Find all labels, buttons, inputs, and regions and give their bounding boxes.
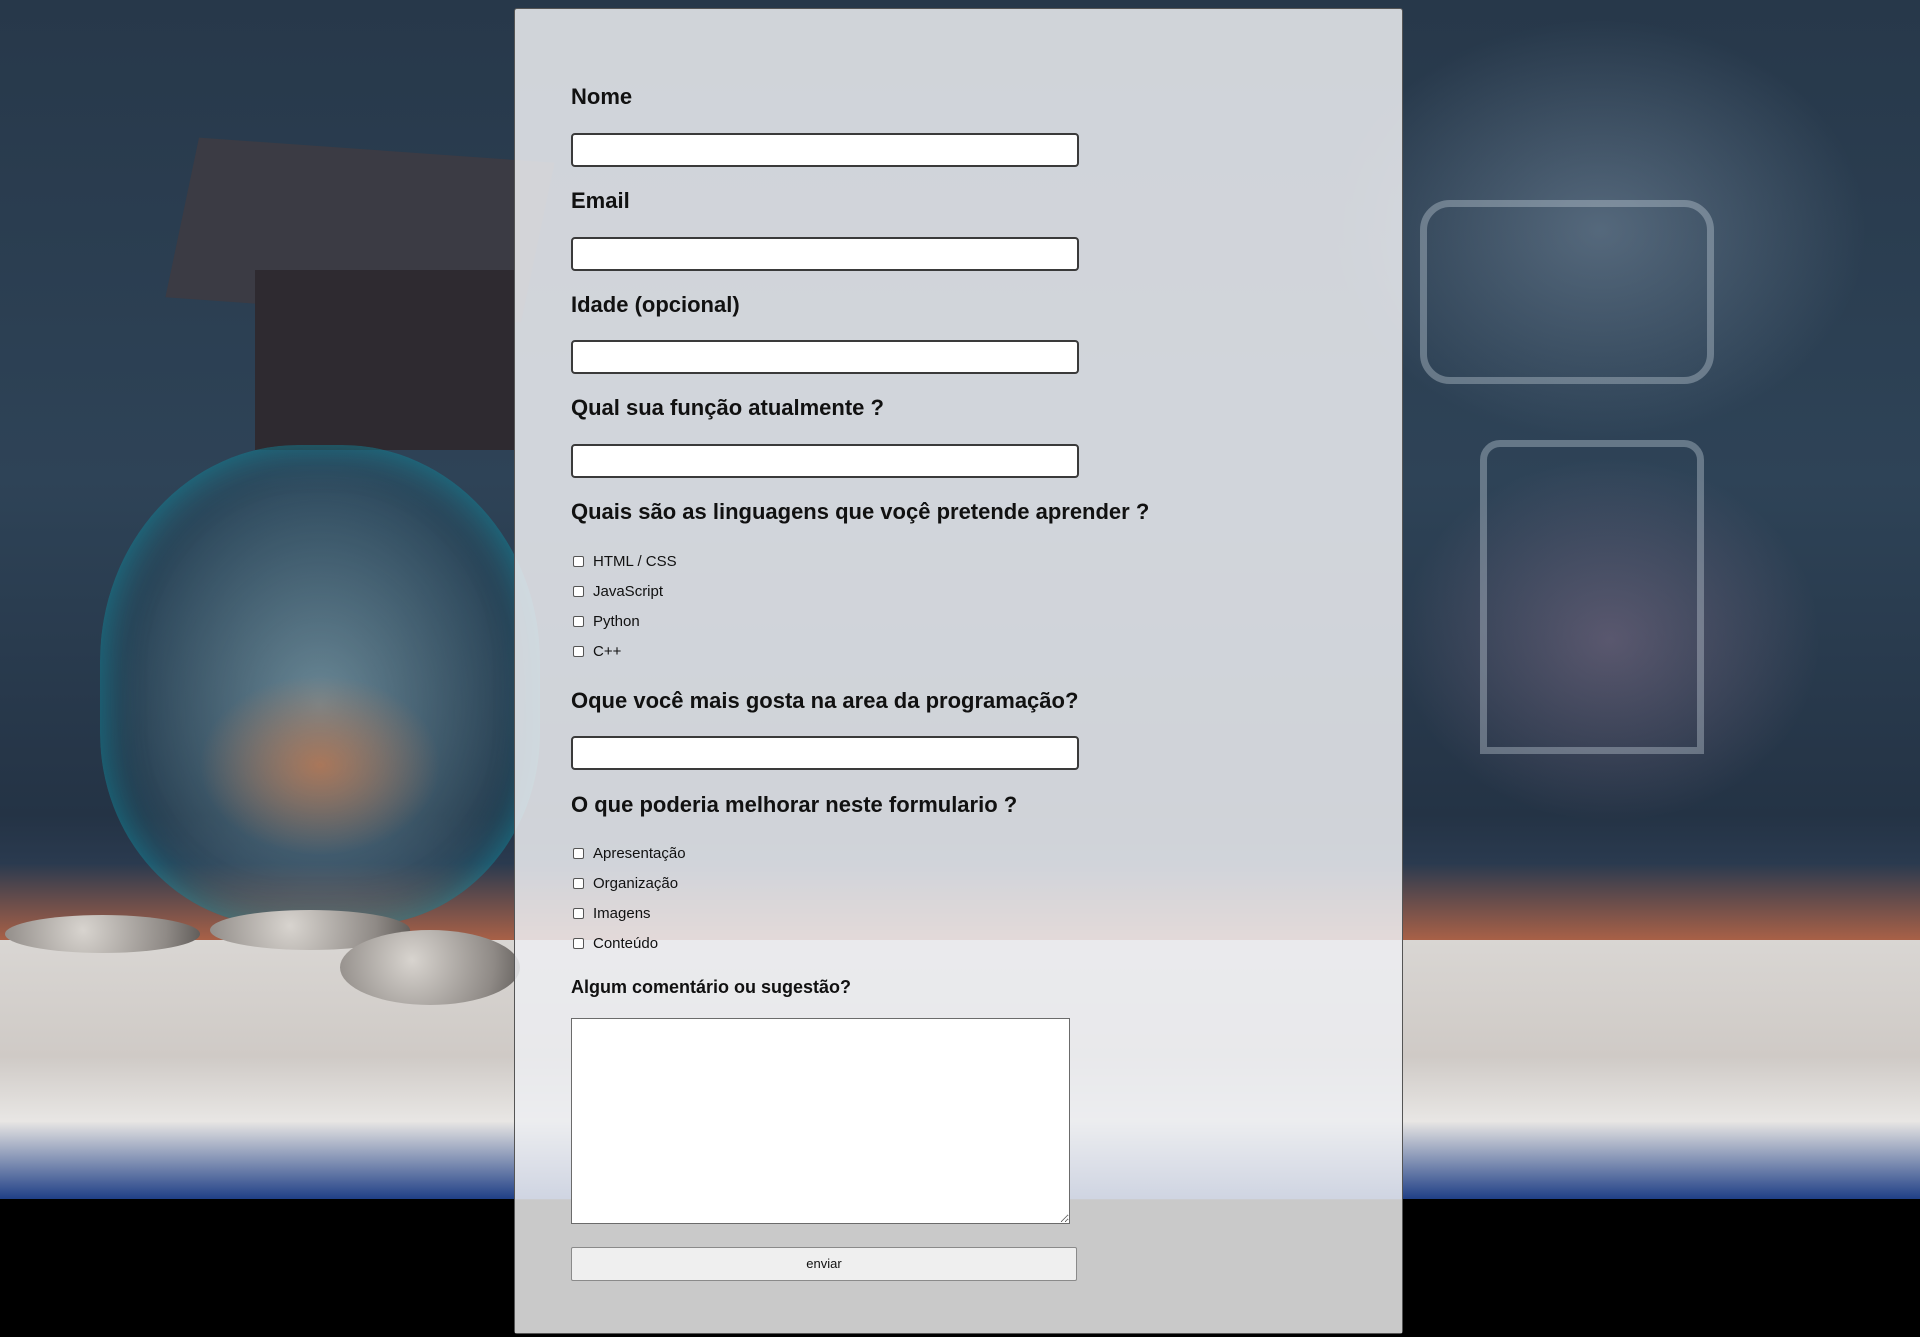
checkbox[interactable]	[573, 848, 584, 859]
checkbox[interactable]	[573, 616, 584, 627]
checkbox[interactable]	[573, 878, 584, 889]
graduation-cap-base	[255, 270, 515, 450]
comentario-label: Algum comentário ou sugestão?	[571, 977, 852, 997]
checkbox-label: Conteúdo	[593, 935, 659, 952]
survey-form: Nome Email Idade (opcional) Qual sua fun…	[514, 8, 1403, 1334]
checkbox-imagens[interactable]: Imagens	[573, 905, 651, 922]
checkbox-label: Apresentação	[593, 845, 686, 862]
email-label: Email	[571, 188, 630, 213]
melhorar-label: O que poderia melhorar neste formulario …	[571, 792, 1018, 817]
checkbox-cpp[interactable]: C++	[573, 643, 621, 660]
checkbox[interactable]	[573, 556, 584, 567]
checkbox[interactable]	[573, 908, 584, 919]
checkbox-organizacao[interactable]: Organização	[573, 875, 678, 892]
submit-button[interactable]: enviar	[571, 1247, 1077, 1281]
checkbox-label: HTML / CSS	[593, 553, 677, 570]
checkbox-label: Organização	[593, 875, 679, 892]
linguagens-label: Quais são as linguagens que voçê pretend…	[571, 499, 1150, 524]
email-input[interactable]	[571, 237, 1079, 271]
gosta-label: Oque você mais gosta na area da programa…	[571, 688, 1079, 713]
comentario-textarea[interactable]	[571, 1018, 1070, 1224]
coin	[5, 915, 200, 953]
checkbox-apresentacao[interactable]: Apresentação	[573, 845, 686, 862]
coin	[340, 930, 520, 1005]
checkbox-html-css[interactable]: HTML / CSS	[573, 553, 677, 570]
nome-label: Nome	[571, 84, 633, 109]
checkbox-python[interactable]: Python	[573, 613, 640, 630]
funcao-input[interactable]	[571, 444, 1079, 478]
checkbox-label: Python	[593, 613, 640, 630]
checkbox-label: JavaScript	[593, 583, 664, 600]
idade-label: Idade (opcional)	[571, 292, 740, 317]
chalk-drawing	[1480, 440, 1704, 754]
checkbox-conteudo[interactable]: Conteúdo	[573, 935, 658, 952]
idade-input[interactable]	[571, 340, 1079, 374]
nome-input[interactable]	[571, 133, 1079, 167]
checkbox-label: C++	[593, 643, 622, 660]
funcao-label: Qual sua função atualmente ?	[571, 395, 884, 420]
checkbox-javascript[interactable]: JavaScript	[573, 583, 663, 600]
coin-jar	[100, 445, 540, 925]
chalk-drawing	[1420, 200, 1714, 384]
checkbox[interactable]	[573, 646, 584, 657]
gosta-input[interactable]	[571, 736, 1079, 770]
checkbox-label: Imagens	[593, 905, 651, 922]
checkbox[interactable]	[573, 938, 584, 949]
checkbox[interactable]	[573, 586, 584, 597]
